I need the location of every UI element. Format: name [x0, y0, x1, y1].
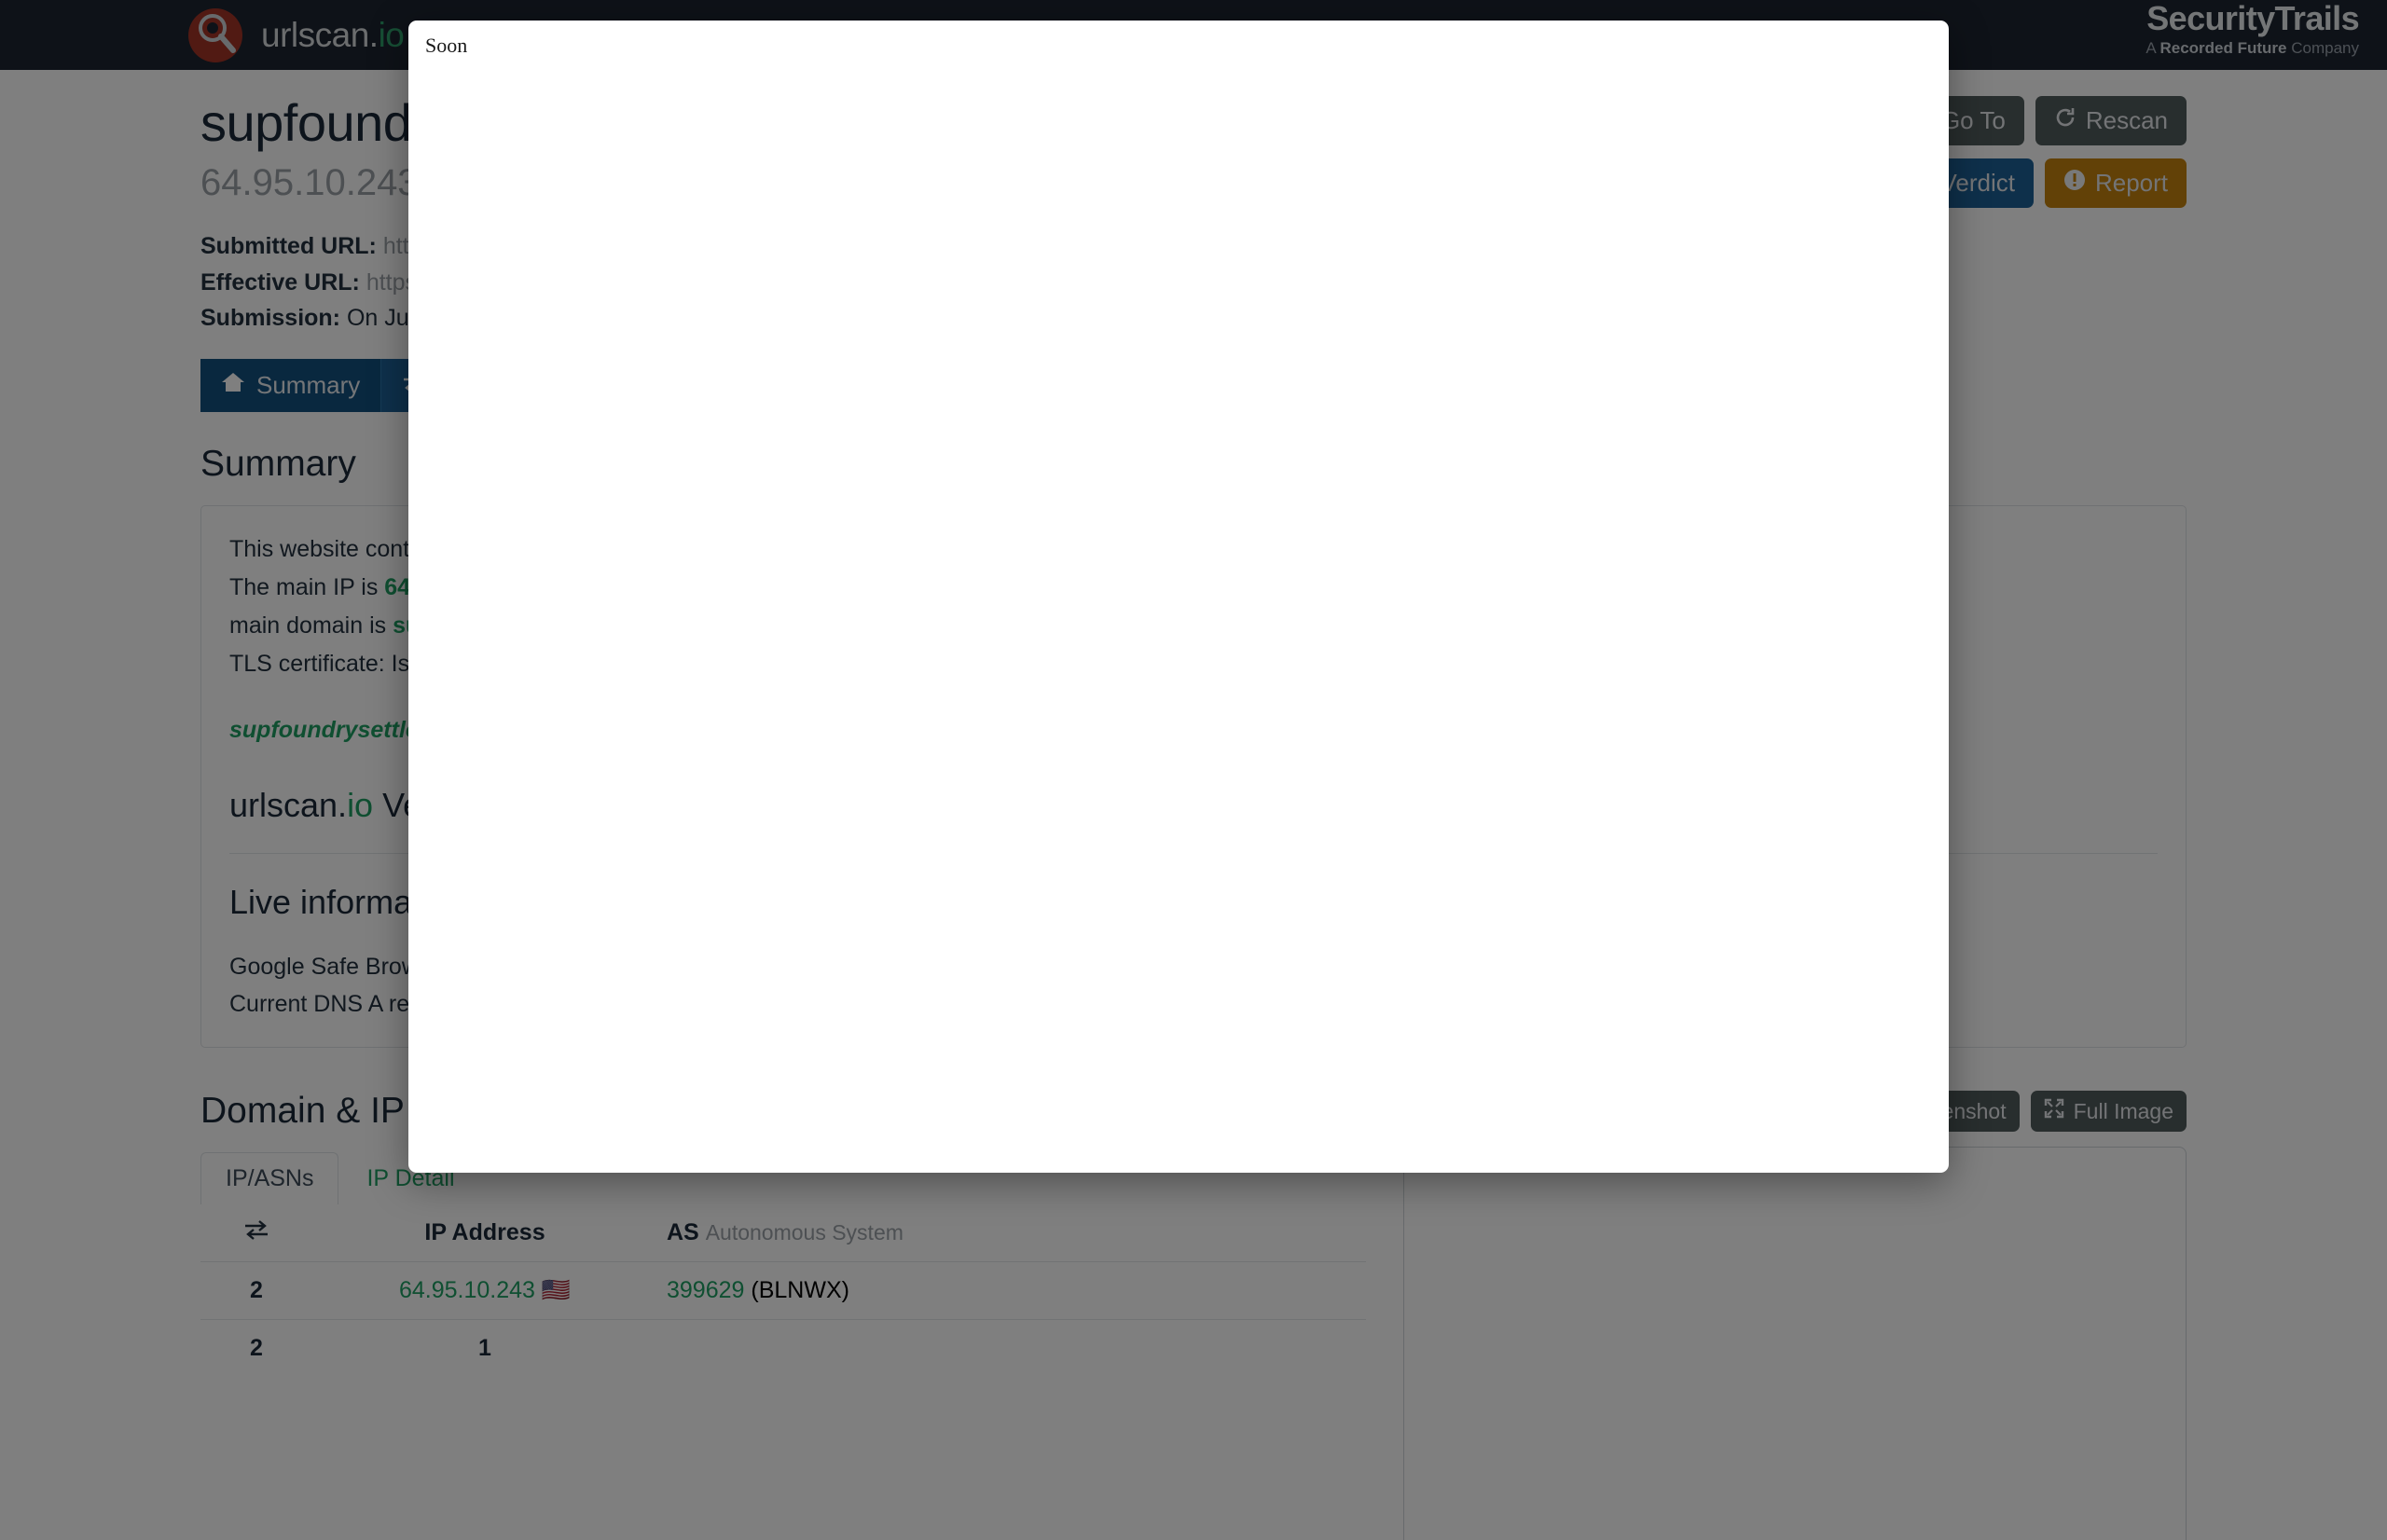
blank-modal-window[interactable]: Soon [408, 21, 1949, 1173]
modal-text: Soon [425, 34, 468, 57]
screen-root: urlscan.io Home Search [0, 0, 2387, 1540]
